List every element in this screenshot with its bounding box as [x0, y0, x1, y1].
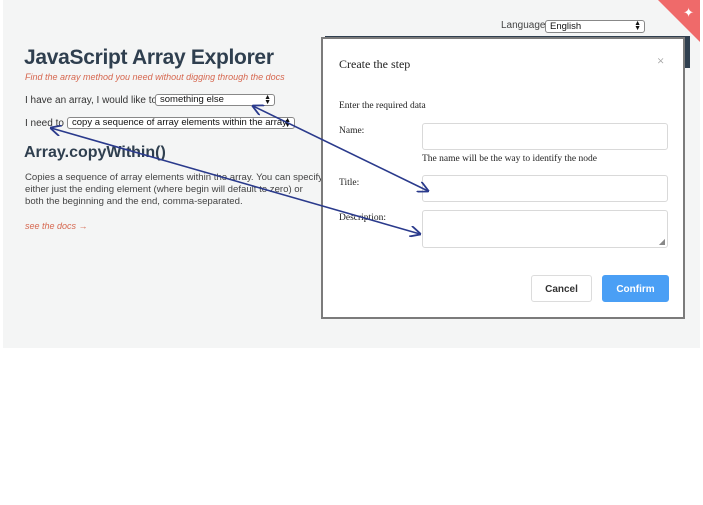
annotation-arrows [0, 0, 703, 505]
arrow-action-to-title [253, 106, 428, 191]
arrow-method-to-description [51, 128, 420, 234]
